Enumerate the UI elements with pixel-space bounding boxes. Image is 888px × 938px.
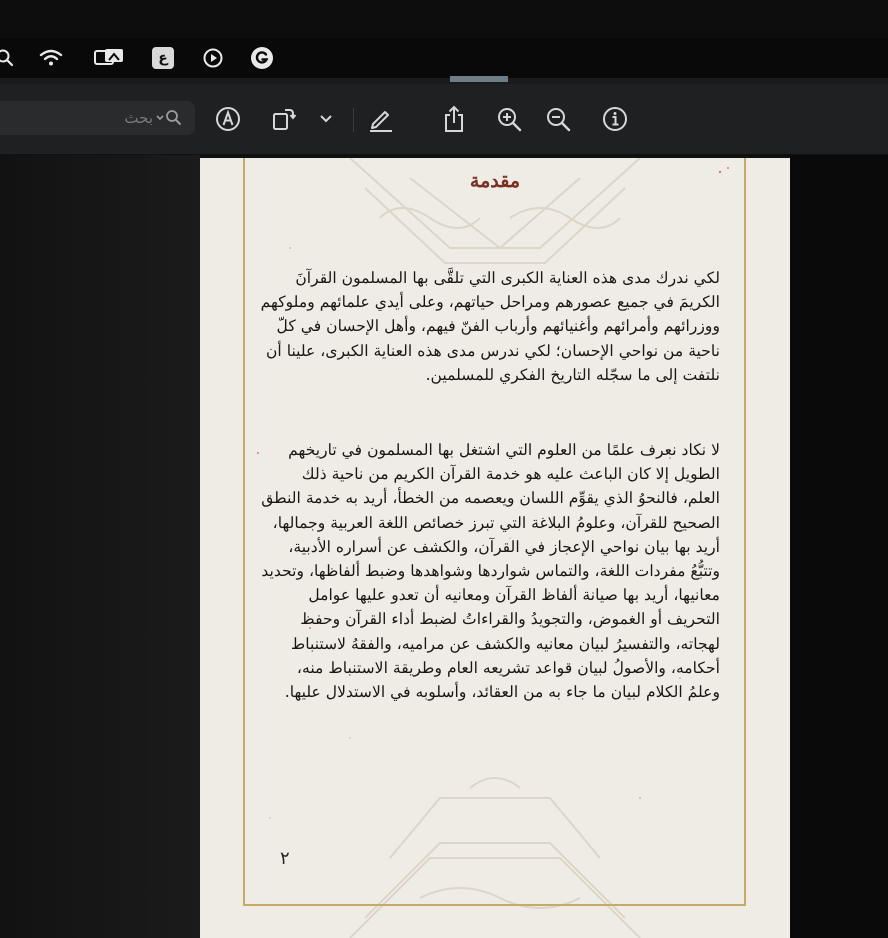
sidebar-area <box>0 155 200 938</box>
search-icon[interactable] <box>0 46 18 70</box>
document-page[interactable]: مقدمة لكي ندرك مدى هذه العناية الكبرى ال… <box>200 158 790 938</box>
menu-bar: ع <box>0 38 888 78</box>
screen: ع بحث مقدمة لكي ندرك مدى هذه العناية الك… <box>0 0 888 938</box>
window-tab-indicator <box>450 76 508 82</box>
share-icon[interactable] <box>439 104 469 134</box>
input-source-badge: ع <box>152 47 174 69</box>
screen-mirroring-icon[interactable] <box>92 46 126 70</box>
paragraph-2: لا نكاد نعرف علمًا من العلوم التي اشتغل … <box>261 441 720 702</box>
zoom-out-icon[interactable] <box>543 104 573 134</box>
search-options-icon[interactable] <box>155 108 185 128</box>
rotate-icon[interactable] <box>268 104 298 134</box>
page-frame-bottom <box>243 904 746 906</box>
page-frame-left <box>243 158 245 906</box>
highlight-pen-icon[interactable] <box>365 104 395 134</box>
wifi-icon[interactable] <box>38 46 64 70</box>
zoom-in-icon[interactable] <box>494 104 524 134</box>
rotate-options-chevron-down-icon[interactable] <box>316 104 336 134</box>
right-gutter <box>790 155 888 938</box>
markup-icon[interactable] <box>213 104 243 134</box>
page-title: مقدمة <box>469 170 521 192</box>
search-placeholder: بحث <box>124 109 153 127</box>
page-number: ٢ <box>280 848 290 869</box>
keyboard-input-icon[interactable]: ع <box>150 46 176 70</box>
search-field[interactable]: بحث <box>0 101 195 135</box>
grammarly-icon[interactable] <box>249 46 275 70</box>
media-play-icon[interactable] <box>200 46 226 70</box>
page-frame-right <box>744 158 746 906</box>
paragraph-1: لكي ندرك مدى هذه العناية الكبرى التي تلق… <box>260 269 720 384</box>
info-icon[interactable] <box>600 104 630 134</box>
toolbar-separator <box>353 108 354 132</box>
toolbar: بحث <box>0 84 888 155</box>
